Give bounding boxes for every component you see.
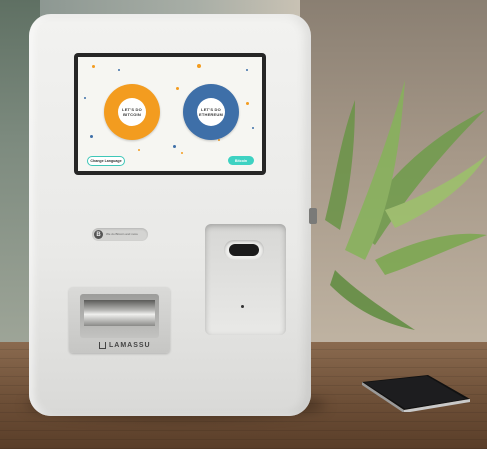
ethereum-button[interactable]: LET'S DO ETHEREUM [183,84,239,140]
next-button[interactable]: Bitcoin [228,156,254,165]
confetti-dot [176,87,179,90]
confetti-dot [173,145,176,148]
confetti-dot [197,64,201,68]
confetti-dot [84,97,86,99]
brand-mark-icon [99,342,106,349]
change-language-button[interactable]: Change Language [87,156,125,166]
confetti-dot [118,69,120,71]
side-knob [309,208,317,224]
confetti-dot [92,65,95,68]
plant [325,80,487,330]
bitcoin-icon: B [94,230,103,239]
confetti-dot [181,152,183,154]
confetti-dot [252,127,254,129]
confetti-dot [138,149,140,151]
camera-icon [229,244,259,256]
confetti-dot [218,139,220,141]
touch-screen[interactable]: LET'S DO BITCOIN LET'S DO ETHEREUM Chang… [78,57,262,171]
bill-slot[interactable] [84,300,155,326]
confetti-dot [246,102,249,105]
confetti-dot [246,69,248,71]
bitcoin-button[interactable]: LET'S DO BITCOIN [104,84,160,140]
brand-logo: LAMASSU [99,342,151,349]
bitcoin-button-label: LET'S DO BITCOIN [118,98,146,126]
sensor-icon [241,305,244,308]
smartphone [362,375,470,412]
confetti-dot [90,135,93,138]
brand-name: LAMASSU [109,342,151,349]
ethereum-button-label: LET'S DO ETHEREUM [197,98,225,126]
badge-text: We do Bitcoin and more [106,232,138,236]
